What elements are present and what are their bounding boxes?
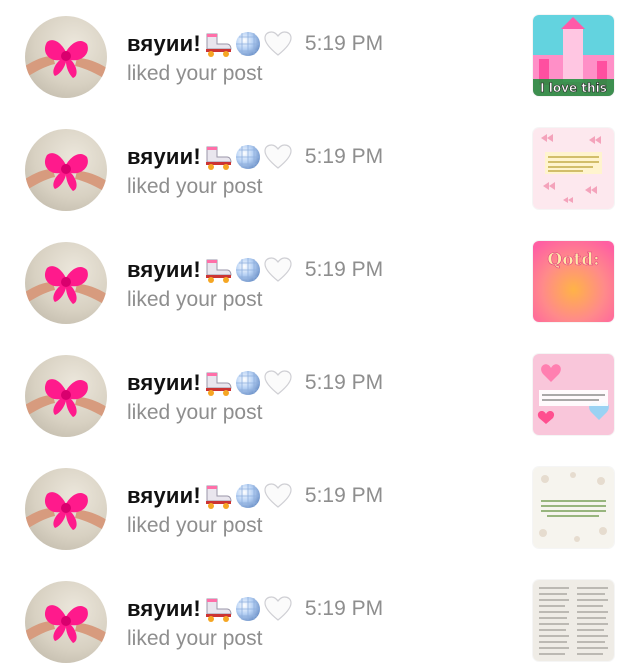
- username[interactable]: вяуии!: [127, 370, 201, 396]
- username[interactable]: вяуии!: [127, 31, 201, 57]
- roller-skate-icon: [203, 595, 233, 623]
- white-heart-icon: [263, 369, 293, 397]
- username[interactable]: вяуии!: [127, 257, 201, 283]
- pink-hearts-collage-image[interactable]: [533, 354, 614, 435]
- white-heart-icon: [263, 482, 293, 510]
- notification-row[interactable]: вяуии! 5:19 PM liked your post: [0, 565, 640, 664]
- timestamp: 5:19 PM: [304, 258, 384, 281]
- avatar[interactable]: [25, 581, 107, 663]
- action-text: liked your post: [127, 627, 263, 650]
- username[interactable]: вяуии!: [127, 483, 201, 509]
- notification-row[interactable]: вяуии! 5:19 PM liked your post: [0, 0, 640, 113]
- notification-row[interactable]: вяуии! 5:19 PM liked your post: [0, 339, 640, 452]
- thumb-caption: I love this: [540, 81, 607, 95]
- timestamp: 5:19 PM: [304, 145, 384, 168]
- notification-row[interactable]: вяуии! 5:19 PM liked your post: [0, 226, 640, 339]
- white-heart-icon: [263, 256, 293, 284]
- roller-skate-icon: [203, 369, 233, 397]
- white-heart-icon: [263, 595, 293, 623]
- bows-pattern-image[interactable]: [533, 128, 614, 209]
- username[interactable]: вяуии!: [127, 144, 201, 170]
- text-list-image[interactable]: [533, 580, 614, 661]
- avatar[interactable]: [25, 242, 107, 324]
- action-text: liked your post: [127, 514, 263, 537]
- timestamp: 5:19 PM: [304, 484, 384, 507]
- avatar[interactable]: [25, 355, 107, 437]
- roller-skate-icon: [203, 143, 233, 171]
- avatar[interactable]: [25, 16, 107, 98]
- disco-ball-icon: [234, 369, 262, 397]
- gradient-image[interactable]: Qotd:: [533, 241, 614, 322]
- action-text: liked your post: [127, 288, 263, 311]
- timestamp: 5:19 PM: [304, 597, 384, 620]
- activity-list: вяуии! 5:19 PM liked your post I love th…: [0, 0, 640, 664]
- notification-row[interactable]: вяуии! 5:19 PM liked your post: [0, 452, 640, 565]
- floral-text-image[interactable]: [533, 467, 614, 548]
- disco-ball-icon: [234, 256, 262, 284]
- action-text: liked your post: [127, 401, 263, 424]
- disco-ball-icon: [234, 482, 262, 510]
- white-heart-icon: [263, 30, 293, 58]
- roller-skate-icon: [203, 30, 233, 58]
- timestamp: 5:19 PM: [304, 32, 384, 55]
- white-heart-icon: [263, 143, 293, 171]
- disco-ball-icon: [234, 595, 262, 623]
- avatar[interactable]: [25, 129, 107, 211]
- roller-skate-icon: [203, 482, 233, 510]
- roller-skate-icon: [203, 256, 233, 284]
- username[interactable]: вяуии!: [127, 596, 201, 622]
- disco-ball-icon: [234, 143, 262, 171]
- action-text: liked your post: [127, 175, 263, 198]
- disco-ball-icon: [234, 30, 262, 58]
- action-text: liked your post: [127, 62, 263, 85]
- timestamp: 5:19 PM: [304, 371, 384, 394]
- pink-castle-image[interactable]: I love this: [533, 15, 614, 96]
- thumb-caption: Qotd:: [547, 250, 599, 270]
- avatar[interactable]: [25, 468, 107, 550]
- notification-row[interactable]: вяуии! 5:19 PM liked your post: [0, 113, 640, 226]
